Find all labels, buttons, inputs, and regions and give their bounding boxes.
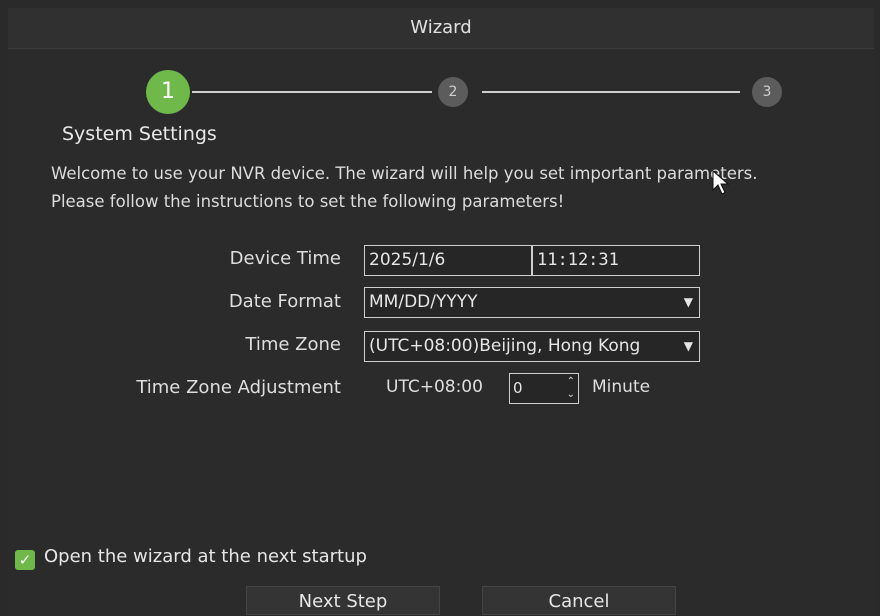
welcome-line-1: Welcome to use your NVR device. The wiza…	[51, 164, 758, 183]
welcome-text: Welcome to use your NVR device. The wiza…	[51, 160, 758, 216]
device-date-value: 2025/1/6	[369, 250, 446, 270]
tz-adjust-prefix: UTC+08:00	[386, 377, 483, 397]
device-clock-value: 11:12:31	[537, 250, 619, 270]
date-format-label: Date Format	[228, 291, 341, 312]
tz-adjust-label: Time Zone Adjustment	[136, 377, 341, 398]
tz-adjust-unit: Minute	[592, 377, 651, 397]
time-zone-value: (UTC+08:00)Beijing, Hong Kong	[369, 336, 641, 356]
spin-arrows-icon[interactable]: ⌃ ⌄	[567, 375, 575, 401]
step-connector-2	[482, 91, 740, 93]
tz-adjust-value: 0	[513, 379, 523, 397]
device-time-label: Device Time	[229, 248, 341, 269]
tz-adjust-stepper[interactable]: 0 ⌃ ⌄	[509, 373, 579, 404]
startup-checkbox[interactable]: ✓	[15, 550, 35, 570]
device-clock-field[interactable]: 11:12:31	[532, 245, 700, 276]
cancel-button[interactable]: Cancel	[482, 586, 676, 615]
time-zone-select[interactable]: (UTC+08:00)Beijing, Hong Kong ▼	[364, 331, 700, 362]
chevron-down-icon: ▼	[683, 332, 693, 361]
window-title: Wizard	[8, 8, 874, 49]
next-step-button[interactable]: Next Step	[246, 586, 440, 615]
step-3-indicator: 3	[752, 77, 782, 107]
chevron-down-icon: ▼	[683, 295, 693, 309]
time-zone-label: Time Zone	[245, 334, 341, 355]
welcome-line-2: Please follow the instructions to set th…	[51, 192, 565, 211]
date-format-value: MM/DD/YYYY	[369, 292, 478, 312]
step-1-indicator: 1	[146, 70, 190, 114]
device-date-field[interactable]: 2025/1/6	[364, 245, 532, 276]
date-format-select[interactable]: MM/DD/YYYY ▼	[364, 287, 700, 318]
mouse-cursor-icon	[712, 170, 730, 195]
section-title: System Settings	[62, 123, 217, 145]
step-2-indicator: 2	[438, 77, 468, 107]
step-connector-1	[192, 91, 432, 93]
startup-checkbox-label: Open the wizard at the next startup	[44, 546, 367, 567]
